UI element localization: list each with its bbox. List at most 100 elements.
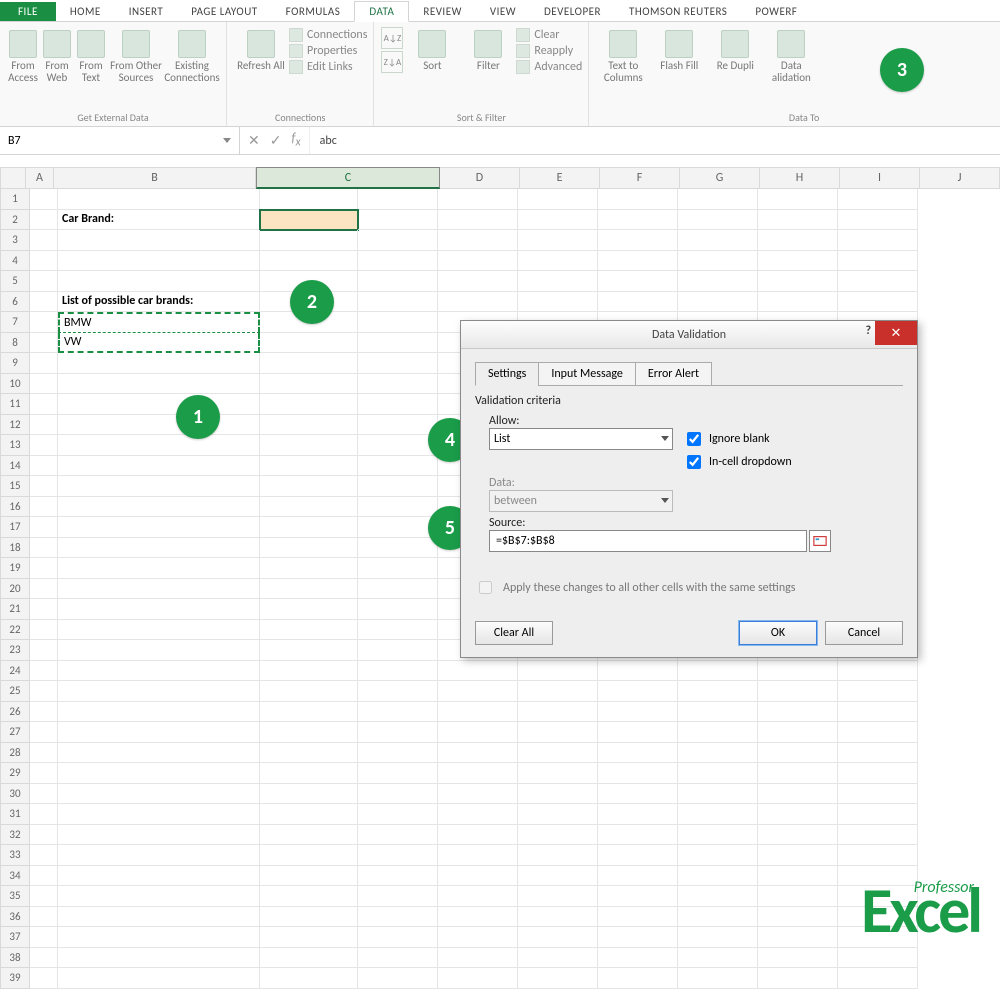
cell[interactable] — [678, 763, 758, 784]
cell[interactable] — [260, 845, 358, 866]
cell[interactable] — [758, 927, 838, 948]
cell[interactable] — [358, 907, 438, 928]
tab-thomson[interactable]: THOMSON REUTERS — [615, 2, 741, 21]
cell[interactable] — [260, 968, 358, 989]
cell[interactable] — [518, 251, 598, 272]
cell[interactable] — [30, 620, 58, 641]
row-header[interactable]: 16 — [0, 497, 30, 518]
row-header[interactable]: 1 — [0, 189, 30, 210]
advanced-filter-button[interactable]: Advanced — [516, 60, 582, 74]
cell[interactable] — [358, 415, 438, 436]
row-header[interactable]: 31 — [0, 804, 30, 825]
cell[interactable] — [438, 292, 518, 313]
cell[interactable] — [598, 271, 678, 292]
cell[interactable] — [58, 866, 260, 887]
tab-input-message[interactable]: Input Message — [538, 362, 636, 386]
dialog-title-bar[interactable]: Data Validation ? ✕ — [461, 321, 917, 349]
cell[interactable] — [678, 784, 758, 805]
cell[interactable] — [358, 579, 438, 600]
cell[interactable] — [260, 189, 358, 210]
row-header[interactable]: 32 — [0, 825, 30, 846]
col-header[interactable]: E — [520, 167, 600, 189]
cell[interactable] — [598, 230, 678, 251]
cell[interactable] — [678, 251, 758, 272]
cell[interactable] — [518, 948, 598, 969]
cell[interactable] — [518, 210, 598, 231]
cell[interactable] — [260, 743, 358, 764]
cell[interactable] — [260, 538, 358, 559]
cell[interactable] — [358, 456, 438, 477]
row-header[interactable]: 34 — [0, 866, 30, 887]
cell[interactable] — [838, 845, 918, 866]
cell[interactable] — [598, 661, 678, 682]
cancel-button[interactable]: Cancel — [825, 621, 903, 645]
cell[interactable] — [678, 661, 758, 682]
cell[interactable] — [30, 866, 58, 887]
cell[interactable] — [758, 948, 838, 969]
cell[interactable] — [518, 763, 598, 784]
cell[interactable] — [58, 456, 260, 477]
cell[interactable] — [58, 845, 260, 866]
cell[interactable] — [358, 271, 438, 292]
row-header[interactable]: 39 — [0, 968, 30, 989]
row-header[interactable]: 4 — [0, 251, 30, 272]
tab-settings[interactable]: Settings — [475, 362, 539, 386]
cell[interactable] — [260, 579, 358, 600]
cell[interactable] — [598, 886, 678, 907]
cell[interactable] — [260, 374, 358, 395]
cell[interactable] — [260, 948, 358, 969]
from-other-sources-button[interactable]: From Other Sources — [108, 26, 164, 84]
cell[interactable] — [678, 743, 758, 764]
cell[interactable] — [30, 599, 58, 620]
cell[interactable] — [30, 230, 58, 251]
row-header[interactable]: 24 — [0, 661, 30, 682]
cell[interactable] — [30, 845, 58, 866]
tab-developer[interactable]: DEVELOPER — [530, 2, 615, 21]
cell[interactable] — [358, 251, 438, 272]
cell[interactable] — [58, 415, 260, 436]
cell[interactable] — [438, 968, 518, 989]
cell[interactable] — [260, 599, 358, 620]
cell[interactable] — [58, 927, 260, 948]
cell[interactable] — [358, 845, 438, 866]
cell[interactable] — [358, 640, 438, 661]
cell[interactable] — [30, 292, 58, 313]
cell[interactable] — [838, 722, 918, 743]
cell[interactable] — [260, 927, 358, 948]
cell[interactable] — [438, 907, 518, 928]
cell[interactable] — [358, 702, 438, 723]
cell[interactable] — [438, 743, 518, 764]
cell[interactable] — [438, 681, 518, 702]
cell[interactable] — [260, 517, 358, 538]
cell[interactable] — [438, 804, 518, 825]
row-header[interactable]: 36 — [0, 907, 30, 928]
confirm-formula-icon[interactable]: ✓ — [270, 132, 282, 149]
row-header[interactable]: 18 — [0, 538, 30, 559]
col-header[interactable]: C — [256, 167, 440, 189]
filter-button[interactable]: Filter — [460, 26, 516, 72]
cell[interactable] — [58, 230, 260, 251]
cell[interactable] — [260, 230, 358, 251]
cell[interactable] — [758, 681, 838, 702]
cell[interactable] — [260, 722, 358, 743]
cell[interactable] — [758, 210, 838, 231]
cell[interactable] — [30, 640, 58, 661]
row-header[interactable]: 7 — [0, 312, 30, 333]
cell[interactable] — [758, 230, 838, 251]
cell[interactable] — [838, 661, 918, 682]
cell[interactable] — [30, 394, 58, 415]
cell[interactable] — [678, 927, 758, 948]
clear-filter-button[interactable]: Clear — [516, 28, 582, 42]
cell[interactable]: BMW — [58, 312, 260, 333]
cell[interactable] — [358, 804, 438, 825]
name-box[interactable]: B7 — [0, 127, 240, 154]
cell[interactable] — [58, 476, 260, 497]
row-header[interactable]: 15 — [0, 476, 30, 497]
cell[interactable] — [358, 353, 438, 374]
cell[interactable] — [358, 599, 438, 620]
cell[interactable] — [358, 210, 438, 231]
cell[interactable] — [598, 189, 678, 210]
cell[interactable] — [260, 702, 358, 723]
cell[interactable] — [678, 702, 758, 723]
col-header[interactable]: F — [600, 167, 680, 189]
